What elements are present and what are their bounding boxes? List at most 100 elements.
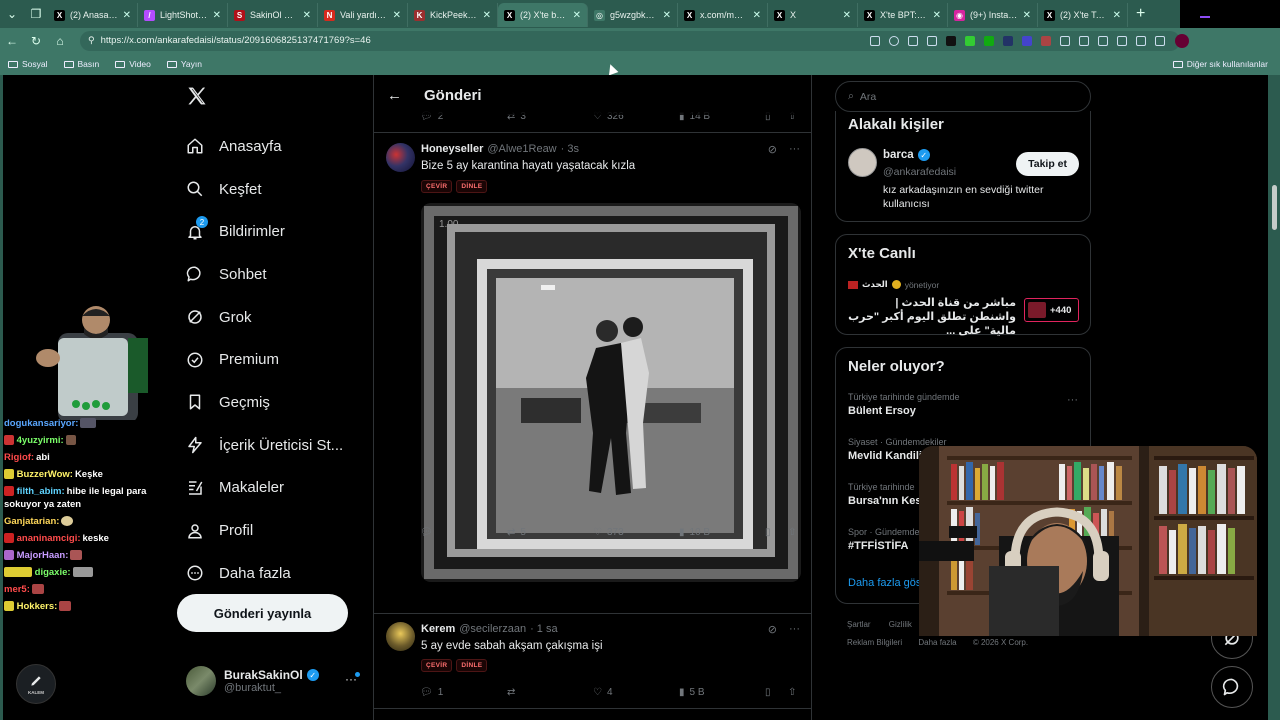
grok-explain-icon[interactable]: ⊘ — [768, 143, 777, 156]
follow-button[interactable]: Takip et — [1016, 152, 1079, 176]
extension-icon[interactable] — [1136, 35, 1146, 46]
search-input[interactable]: ⌕ Ara — [835, 81, 1091, 112]
browser-tab[interactable]: X (2) X'te ba... ✕ — [498, 3, 588, 27]
extension-icon[interactable] — [984, 35, 994, 46]
new-tab-button[interactable]: + — [1136, 5, 1145, 23]
author-name[interactable]: Kerem — [421, 623, 455, 635]
reply-tweet[interactable]: Honeyseller @Alwe1Reaw · 3s ⊘ ··· Bize 5… — [374, 132, 811, 614]
browser-tab[interactable]: X X ✕ — [768, 3, 858, 27]
tweet-time[interactable]: · 1 sa — [530, 623, 558, 635]
bookmark-action[interactable]: ▯ — [765, 687, 771, 698]
related-user-name[interactable]: barca ✓ — [883, 149, 930, 161]
avatar[interactable] — [848, 148, 877, 177]
account-switcher[interactable]: BurakSakinOl ✓ @buraktut_ ··· — [186, 666, 361, 696]
footer-link[interactable]: Reklam Bilgileri — [847, 638, 902, 647]
more-options-icon[interactable]: ··· — [789, 623, 800, 636]
workspaces-icon[interactable]: ❐ — [24, 0, 48, 28]
live-title[interactable]: مباشر من قناة الحدث | واشنطن تطلق اليوم … — [848, 296, 1016, 338]
close-tab-icon[interactable]: ✕ — [1023, 10, 1031, 21]
retweet-action[interactable]: ⇄ — [507, 687, 520, 698]
translate-chip[interactable]: ÇEVİR — [421, 180, 453, 193]
listen-chip[interactable]: DİNLE — [456, 180, 488, 193]
avatar[interactable] — [386, 622, 415, 651]
nav-item-more[interactable]: Daha fazla — [185, 552, 343, 595]
author-name[interactable]: Honeyseller — [421, 143, 483, 155]
like-action[interactable]: ♡ 4 — [593, 687, 613, 698]
translate-chip[interactable]: ÇEVİR — [421, 659, 453, 672]
browser-tab[interactable]: X (2) X'te Toygar... ✕ — [1038, 3, 1128, 27]
browser-tab[interactable]: ◎ g5wzgbkm.jpg ✕ — [588, 3, 678, 27]
close-tab-icon[interactable]: ✕ — [123, 10, 131, 21]
messages-fab[interactable] — [1211, 666, 1253, 708]
trend-item[interactable]: Spor · Gündemde #TFFİSTİFA — [848, 527, 920, 552]
reload-icon[interactable]: ↻ — [24, 34, 48, 48]
views-action[interactable]: ▮ 10 B — [679, 527, 710, 538]
close-tab-icon[interactable]: ✕ — [213, 10, 221, 21]
extension-icon[interactable] — [1022, 35, 1032, 46]
tweet-time[interactable]: · 3s — [561, 143, 579, 155]
close-tab-icon[interactable]: ✕ — [843, 10, 851, 21]
browser-tab[interactable]: Xx.com/mercan... ✕ — [678, 3, 768, 27]
trend-item[interactable]: Türkiye tarihinde gündemde Bülent Ersoy — [848, 392, 960, 417]
close-tab-icon[interactable]: ✕ — [573, 10, 581, 21]
post-button[interactable]: Gönderi yayınla — [177, 594, 348, 632]
browser-tab[interactable]: S SakinOl Haber ✕ — [228, 3, 318, 27]
site-info-icon[interactable]: ⚲ — [88, 35, 95, 46]
avatar[interactable] — [386, 143, 415, 172]
nav-item-explore[interactable]: Keşfet — [185, 168, 343, 211]
extension-icon[interactable] — [1041, 35, 1051, 46]
footer-link[interactable]: Gizlilik — [889, 620, 912, 629]
close-tab-icon[interactable]: ✕ — [1113, 10, 1121, 21]
browser-profile-avatar[interactable] — [1175, 33, 1189, 48]
reader-icon[interactable] — [908, 35, 918, 46]
retweet-action[interactable]: ⇄ 5 — [507, 527, 526, 538]
close-tab-icon[interactable]: ✕ — [483, 10, 491, 21]
nav-item-articles[interactable]: Makaleler — [185, 467, 343, 510]
extension-icon[interactable] — [870, 35, 880, 46]
close-tab-icon[interactable]: ✕ — [753, 10, 761, 21]
nav-item-profile[interactable]: Profil — [185, 509, 343, 552]
extension-icon[interactable] — [1060, 35, 1070, 46]
x-logo-icon[interactable] — [186, 85, 208, 107]
nav-item-home[interactable]: Anasayfa — [185, 125, 343, 168]
more-options-icon[interactable]: ··· — [789, 143, 800, 156]
collections-icon[interactable] — [1117, 35, 1127, 46]
page-scrollbar[interactable] — [1272, 185, 1277, 230]
back-icon[interactable]: ← — [0, 34, 24, 48]
close-tab-icon[interactable]: ✕ — [393, 10, 401, 21]
nav-item-bookmarks[interactable]: Geçmiş — [185, 381, 343, 424]
more-options-icon[interactable]: ··· — [1067, 394, 1078, 406]
author-handle[interactable]: @secilerzaan — [459, 623, 526, 635]
minimize-indicator[interactable] — [1200, 16, 1210, 18]
other-bookmarks[interactable]: Diğer sık kullanılanlar — [1172, 59, 1268, 69]
extension-icon[interactable] — [1098, 35, 1108, 46]
close-tab-icon[interactable]: ✕ — [933, 10, 941, 21]
zoom-icon[interactable] — [889, 35, 899, 46]
author-handle[interactable]: @Alwe1Reaw — [487, 143, 556, 155]
nav-item-grok[interactable]: Grok — [185, 296, 343, 339]
extension-icon[interactable] — [965, 35, 975, 46]
footer-link[interactable]: Şartlar — [847, 620, 871, 629]
close-tab-icon[interactable]: ✕ — [303, 10, 311, 21]
close-tab-icon[interactable]: ✕ — [663, 10, 671, 21]
browser-tab[interactable]: K KickPeek - Real... ✕ — [408, 3, 498, 27]
related-user-handle[interactable]: @ankarafedaisi — [883, 166, 956, 178]
favorite-star-icon[interactable] — [927, 35, 937, 46]
share-action[interactable]: ⇧ — [788, 687, 796, 698]
extension-icon[interactable] — [1003, 35, 1013, 46]
tab-list-chevron-icon[interactable]: ⌄ — [0, 0, 24, 28]
browser-tab[interactable]: / LightShot taraf... ✕ — [138, 3, 228, 27]
bookmark-folder-basin[interactable]: Basın — [63, 59, 99, 69]
browser-tab[interactable]: N Vali yardımcısı ✕ — [318, 3, 408, 27]
extension-icon[interactable] — [1155, 35, 1165, 46]
grok-explain-icon[interactable]: ⊘ — [768, 623, 777, 636]
views-action[interactable]: ▮ 5 B — [679, 687, 705, 698]
back-arrow-icon[interactable]: ← — [387, 87, 402, 104]
browser-tab[interactable]: X (2) Anasayfa / X ✕ — [48, 3, 138, 27]
extension-icon[interactable] — [946, 35, 956, 46]
reply-action[interactable]: 💬︎ — [420, 527, 438, 538]
reply-action[interactable]: 💬︎ 1 — [420, 687, 443, 698]
footer-link[interactable]: Daha fazla — [918, 638, 956, 647]
live-listeners[interactable]: +440 — [1024, 298, 1079, 322]
bookmark-folder-yayin[interactable]: Yayın — [166, 59, 202, 69]
